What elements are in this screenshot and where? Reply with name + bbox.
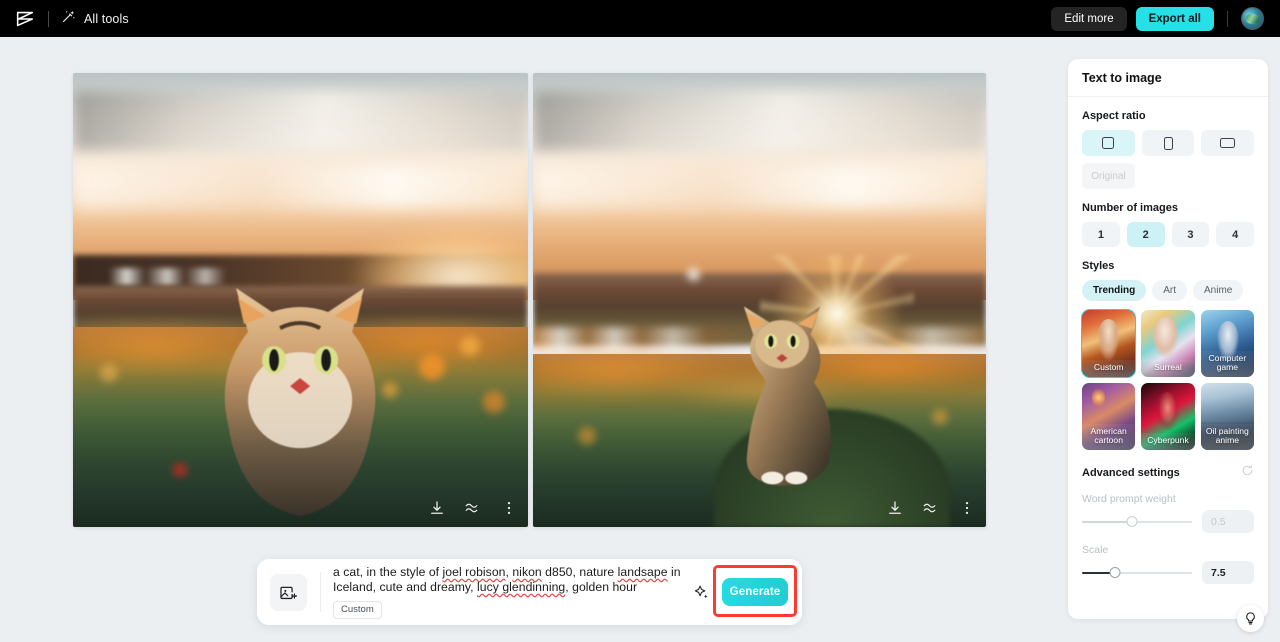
- num-images-4[interactable]: 4: [1216, 222, 1254, 247]
- number-of-images-options: 1 2 3 4: [1082, 222, 1254, 247]
- style-card-label: Surreal: [1141, 360, 1195, 377]
- number-of-images-label: Number of images: [1082, 202, 1178, 214]
- actions-divider: [1227, 10, 1228, 27]
- prompt-misspelling: landsape: [617, 565, 668, 579]
- style-tab-anime[interactable]: Anime: [1193, 280, 1244, 301]
- advanced-settings-header: Advanced settings: [1082, 464, 1254, 482]
- image-action-icons: [428, 499, 518, 517]
- styles-label: Styles: [1082, 260, 1115, 272]
- num-images-3[interactable]: 3: [1171, 222, 1210, 247]
- avatar[interactable]: [1241, 7, 1264, 30]
- cat-subject: [743, 306, 832, 486]
- advanced-settings-label: Advanced settings: [1082, 467, 1180, 479]
- style-card-custom[interactable]: Custom: [1080, 309, 1137, 378]
- style-card-label: Oil painting anime: [1200, 423, 1254, 450]
- lightbulb-icon: [1246, 612, 1255, 625]
- style-card-computer-game[interactable]: Computer game: [1200, 310, 1254, 377]
- capcut-logo-icon[interactable]: [12, 6, 38, 32]
- generate-area: Generate: [713, 565, 797, 617]
- add-image-icon[interactable]: [270, 573, 307, 611]
- prompt-misspelling: nikon: [512, 565, 542, 579]
- panel-divider: [1068, 96, 1268, 97]
- more-options-icon[interactable]: [500, 499, 518, 517]
- generated-image-card[interactable]: [73, 73, 528, 527]
- word-prompt-weight-label: Word prompt weight: [1082, 493, 1176, 505]
- word-prompt-weight-row: 0.5: [1082, 510, 1254, 533]
- generate-button[interactable]: Generate: [722, 578, 788, 606]
- prompt-input[interactable]: a cat, in the style of joel robison, nik…: [333, 565, 686, 619]
- aspect-landscape[interactable]: [1201, 130, 1255, 156]
- word-prompt-weight-slider[interactable]: [1082, 515, 1192, 529]
- cat-subject: [225, 287, 376, 516]
- square-icon: [1102, 137, 1115, 149]
- style-tab-art[interactable]: Art: [1152, 280, 1188, 301]
- aspect-original: Original: [1082, 163, 1135, 189]
- style-tabs: Trending Art Anime: [1082, 280, 1254, 301]
- prompt-seg: in: [667, 565, 681, 579]
- portrait-icon: [1163, 136, 1173, 150]
- generated-image: [73, 73, 528, 527]
- edit-more-button[interactable]: Edit more: [1051, 6, 1127, 31]
- landscape-icon: [1220, 138, 1236, 148]
- style-card-label: Computer game: [1200, 350, 1254, 377]
- prompt-bar: a cat, in the style of joel robison, nik…: [257, 559, 802, 625]
- top-bar-actions: Edit more Export all: [1051, 6, 1268, 31]
- style-card-cyberpunk[interactable]: Cyberpunk: [1141, 383, 1195, 450]
- scale-row: 7.5: [1082, 561, 1254, 584]
- style-tab-trending[interactable]: Trending: [1082, 280, 1147, 301]
- prompt-seg: , golden hour: [565, 580, 638, 594]
- more-options-icon[interactable]: [958, 499, 976, 517]
- scale-label: Scale: [1082, 544, 1109, 556]
- word-prompt-weight-value[interactable]: 0.5: [1202, 510, 1254, 533]
- download-icon[interactable]: [886, 499, 904, 517]
- prompt-seg: Iceland, cute and dreamy,: [333, 580, 478, 594]
- settings-panel: Text to image Aspect ratio Original Numb…: [1068, 59, 1268, 619]
- prompt-misspelling: lucy glendinning: [477, 580, 566, 594]
- scale-slider[interactable]: [1082, 566, 1192, 580]
- aspect-portrait[interactable]: [1141, 130, 1195, 156]
- slider-knob[interactable]: [1109, 567, 1121, 578]
- image-action-icons: [886, 499, 976, 517]
- aspect-ratio-label: Aspect ratio: [1082, 110, 1146, 122]
- prompt-seg: d850, nature: [541, 565, 618, 579]
- style-card-american-cartoon[interactable]: American cartoon: [1082, 383, 1136, 450]
- sparkle-icon[interactable]: [686, 577, 716, 607]
- num-images-2[interactable]: 2: [1126, 222, 1165, 247]
- toolbar-divider: [48, 10, 49, 27]
- aspect-ratio-options: [1082, 130, 1255, 156]
- variations-icon[interactable]: [464, 499, 482, 517]
- style-card-label: American cartoon: [1082, 423, 1136, 450]
- generated-image: [533, 73, 986, 527]
- top-bar: All tools Edit more Export all: [0, 0, 1280, 37]
- all-tools-button[interactable]: All tools: [61, 9, 129, 29]
- all-tools-label: All tools: [84, 11, 129, 26]
- aspect-square[interactable]: [1082, 130, 1135, 156]
- style-card-label: Cyberpunk: [1141, 433, 1195, 450]
- prompt-seg: a cat, in the style of: [333, 565, 443, 579]
- download-icon[interactable]: [428, 499, 446, 517]
- style-card-surreal[interactable]: Surreal: [1141, 310, 1195, 377]
- style-card-oil-painting-anime[interactable]: Oil painting anime: [1200, 383, 1254, 450]
- prompt-misspelling: joel robison: [442, 565, 506, 579]
- prompt-text: a cat, in the style of joel robison, nik…: [333, 565, 686, 595]
- prompt-style-chip[interactable]: Custom: [333, 601, 382, 619]
- slider-knob[interactable]: [1126, 516, 1137, 527]
- generated-image-card[interactable]: [533, 73, 986, 527]
- capcut-text-to-image-workspace: All tools Edit more Export all a cat, in…: [0, 0, 1280, 642]
- magic-wand-icon: [61, 9, 76, 29]
- style-grid: Custom Surreal Computer game American ca…: [1080, 309, 1254, 450]
- variations-icon[interactable]: [922, 499, 940, 517]
- scale-value[interactable]: 7.5: [1202, 561, 1254, 584]
- num-images-1[interactable]: 1: [1082, 222, 1120, 247]
- reset-icon[interactable]: [1241, 464, 1254, 482]
- tips-button[interactable]: [1237, 605, 1264, 632]
- style-card-label: Custom: [1082, 360, 1136, 377]
- results-canvas: [0, 37, 1055, 642]
- prompt-divider: [320, 572, 321, 612]
- panel-title: Text to image: [1082, 71, 1162, 85]
- export-all-button[interactable]: Export all: [1135, 6, 1214, 31]
